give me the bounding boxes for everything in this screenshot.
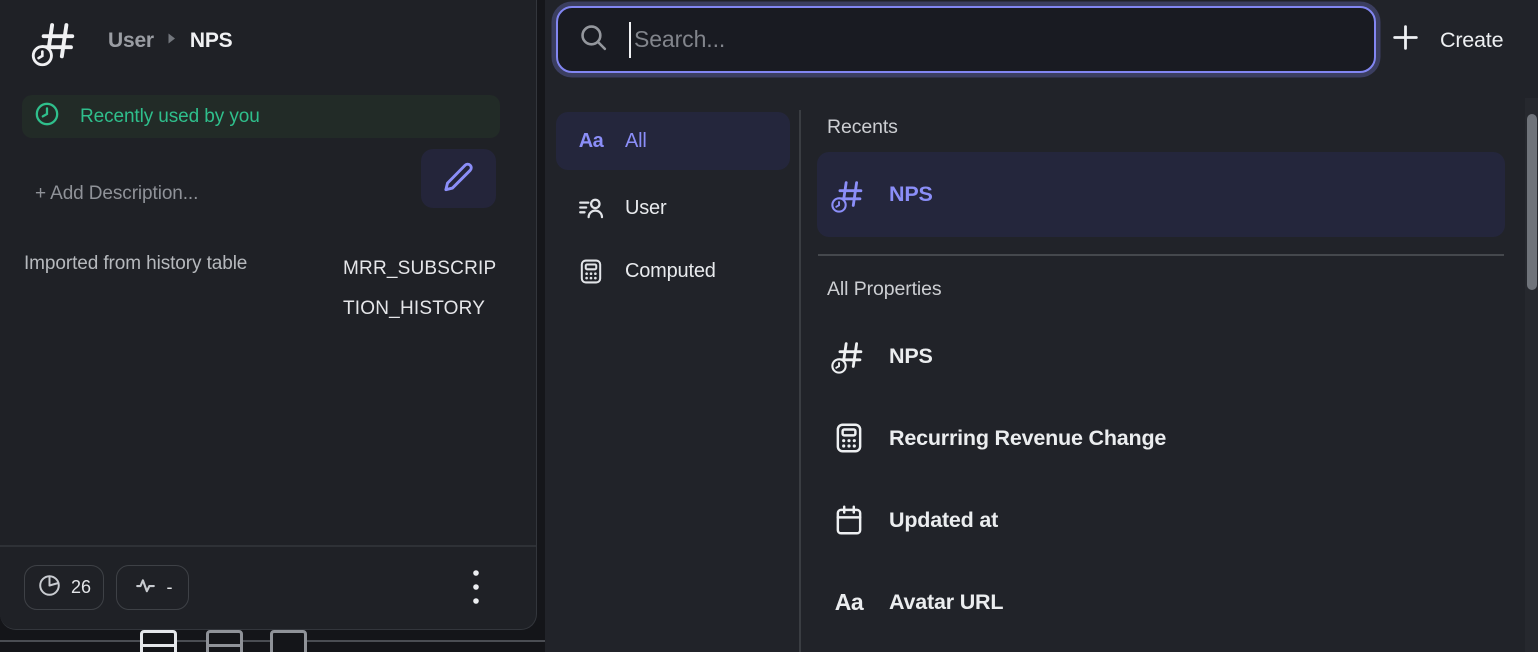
text-type-icon: Aa	[830, 589, 868, 616]
calculator-icon	[830, 421, 868, 455]
recently-used-label: Recently used by you	[80, 106, 260, 128]
trend-badge[interactable]: -	[116, 565, 189, 610]
add-description-button[interactable]: + Add Description...	[35, 183, 198, 205]
pie-chart-icon	[37, 573, 62, 603]
user-list-icon	[577, 194, 605, 222]
more-options-button[interactable]	[461, 564, 491, 612]
trend-value: -	[167, 577, 173, 598]
meta-value: MRR_SUBSCRIPTION_HISTORY	[343, 249, 503, 328]
app-screen: User NPS Recently used by you + Add Desc…	[0, 0, 1538, 652]
scrollbar-track[interactable]	[1525, 98, 1538, 652]
clock-icon	[34, 101, 60, 132]
number-property-icon	[830, 175, 868, 215]
edit-description-button[interactable]	[421, 149, 496, 208]
results-divider	[818, 254, 1504, 256]
plus-icon	[1390, 22, 1421, 58]
column-divider	[799, 110, 801, 652]
property-picker-popover: Search... Create Aa All User	[545, 0, 1538, 652]
property-item-avatar-url[interactable]: Aa Avatar URL	[817, 576, 1505, 628]
filter-tab-label: Computed	[625, 260, 716, 283]
recent-item-nps[interactable]: NPS	[817, 152, 1505, 237]
property-item-label: NPS	[889, 344, 933, 369]
meta-label: Imported from history table	[24, 253, 247, 275]
activity-icon	[133, 573, 158, 603]
property-item-label: Updated at	[889, 508, 998, 533]
property-details-panel: User NPS Recently used by you + Add Desc…	[0, 0, 537, 630]
number-property-icon	[30, 14, 82, 75]
chevron-right-icon	[167, 32, 177, 50]
usage-count-value: 26	[71, 577, 91, 598]
breadcrumb-current: NPS	[190, 29, 233, 53]
breadcrumb: User NPS	[108, 29, 233, 53]
filter-tab-computed[interactable]: Computed	[556, 242, 790, 300]
filter-tab-user[interactable]: User	[556, 179, 790, 237]
text-type-icon: Aa	[577, 130, 605, 153]
all-properties-header: All Properties	[827, 278, 942, 301]
search-placeholder: Search...	[634, 26, 725, 53]
create-button-label: Create	[1440, 28, 1503, 53]
search-icon	[578, 22, 609, 58]
kebab-menu-icon	[472, 568, 480, 608]
usage-count-badge[interactable]: 26	[24, 565, 104, 610]
scrollbar-thumb[interactable]	[1527, 114, 1537, 290]
breadcrumb-parent[interactable]: User	[108, 29, 154, 53]
property-item-nps[interactable]: NPS	[817, 330, 1505, 382]
recent-item-label: NPS	[889, 182, 933, 207]
background-column-icon	[140, 630, 177, 652]
background-column-icon	[206, 630, 243, 652]
calendar-icon	[830, 503, 868, 537]
recents-header: Recents	[827, 116, 898, 139]
property-item-label: Recurring Revenue Change	[889, 426, 1166, 451]
filter-tab-label: All	[625, 130, 647, 153]
number-property-icon	[830, 336, 868, 376]
create-button[interactable]: Create	[1390, 13, 1503, 67]
search-input[interactable]: Search...	[556, 6, 1376, 73]
property-item-updated-at[interactable]: Updated at	[817, 494, 1505, 546]
filter-tab-all[interactable]: Aa All	[556, 112, 790, 170]
recently-used-badge: Recently used by you	[22, 95, 500, 138]
text-caret	[629, 22, 631, 58]
filter-tab-label: User	[625, 197, 666, 220]
property-item-label: Avatar URL	[889, 590, 1003, 615]
footer-divider	[0, 545, 536, 547]
property-item-recurring-revenue-change[interactable]: Recurring Revenue Change	[817, 412, 1505, 464]
pencil-icon	[442, 160, 475, 198]
background-column-icon	[270, 630, 307, 652]
calculator-icon	[577, 257, 605, 286]
